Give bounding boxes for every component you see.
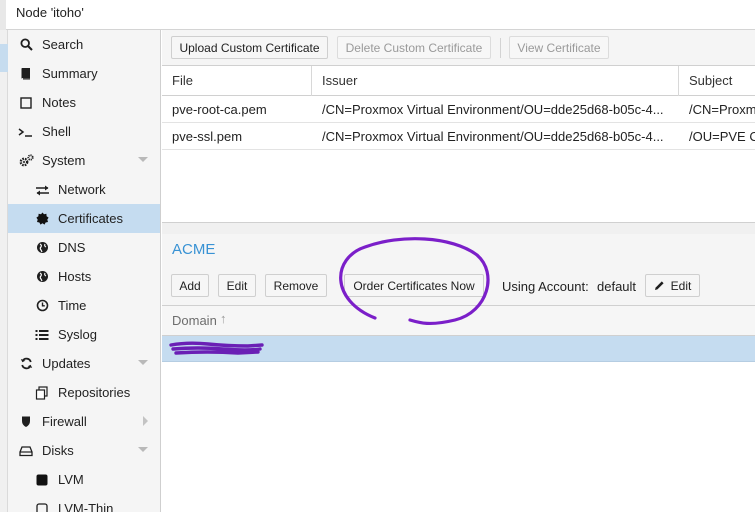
table-row[interactable]: pve-root-ca.pem /CN=Proxmox Virtual Envi…	[162, 96, 755, 123]
acme-header: ACME	[162, 234, 755, 266]
sidebar-item-label: Disks	[42, 443, 74, 458]
shield-icon	[18, 414, 34, 430]
column-header-issuer[interactable]: Issuer	[312, 66, 679, 96]
sidebar-item-label: Certificates	[58, 211, 124, 226]
column-header-domain[interactable]: Domain	[172, 313, 217, 328]
node-sidebar: Search Summary Notes Shell System Networ…	[8, 30, 161, 512]
account-value: default	[597, 279, 637, 294]
collapse-arrow-icon[interactable]	[138, 447, 148, 452]
delete-custom-certificate-button[interactable]: Delete Custom Certificate	[337, 36, 491, 59]
certificates-toolbar: Upload Custom Certificate Delete Custom …	[162, 30, 755, 66]
edit-account-label: Edit	[670, 278, 692, 293]
sidebar-item-certificates[interactable]: Certificates	[8, 204, 160, 233]
certificate-icon	[34, 211, 50, 227]
sidebar-item-updates[interactable]: Updates	[8, 349, 160, 378]
expand-arrow-icon[interactable]	[143, 416, 148, 426]
sidebar-item-disks[interactable]: Disks	[8, 436, 160, 465]
cell-issuer: /CN=Proxmox Virtual Environment/OU=dde25…	[322, 102, 664, 117]
sidebar-item-repositories[interactable]: Repositories	[8, 378, 160, 407]
cell-file: pve-ssl.pem	[172, 129, 243, 144]
sidebar-item-dns[interactable]: DNS	[8, 233, 160, 262]
window-title: Node 'itoho'	[16, 5, 84, 20]
certificates-panel: Upload Custom Certificate Delete Custom …	[162, 30, 755, 512]
certificates-grid-header: File Issuer Subject	[162, 66, 755, 96]
sidebar-item-label: Notes	[42, 95, 76, 110]
domain-grid-header[interactable]: Domain ↑	[162, 306, 755, 336]
sidebar-item-lvm-thin[interactable]: LVM-Thin	[8, 494, 160, 512]
sidebar-item-lvm[interactable]: LVM	[8, 465, 160, 494]
book-icon	[18, 66, 34, 82]
globe-icon	[34, 269, 50, 285]
acme-toolbar: Add Edit Remove Order Certificates Now U…	[162, 266, 755, 306]
edit-domain-button[interactable]: Edit	[218, 274, 256, 297]
sidebar-item-hosts[interactable]: Hosts	[8, 262, 160, 291]
column-header-subject[interactable]: Subject	[679, 66, 755, 96]
title-left-accent	[0, 0, 6, 30]
sidebar-item-label: Search	[42, 37, 84, 52]
search-icon	[18, 37, 34, 53]
cell-issuer: /CN=Proxmox Virtual Environment/OU=dde25…	[322, 129, 664, 144]
sidebar-item-summary[interactable]: Summary	[8, 59, 160, 88]
acme-title: ACME	[172, 241, 216, 258]
resource-tree-selection	[0, 44, 8, 72]
sidebar-item-shell[interactable]: Shell	[8, 117, 160, 146]
edit-account-button[interactable]: Edit	[645, 274, 700, 297]
sort-ascending-icon: ↑	[220, 311, 227, 326]
refresh-icon	[18, 356, 34, 372]
redacted-domain-scribble	[169, 341, 264, 355]
sidebar-item-time[interactable]: Time	[8, 291, 160, 320]
add-domain-button[interactable]: Add	[171, 274, 209, 297]
collapse-arrow-icon[interactable]	[138, 360, 148, 365]
globe-icon	[34, 240, 50, 256]
column-header-file[interactable]: File	[162, 66, 312, 96]
sidebar-item-label: Updates	[42, 356, 91, 371]
sidebar-item-label: Repositories	[58, 385, 131, 400]
collapse-arrow-icon[interactable]	[138, 157, 148, 162]
sidebar-item-label: LVM-Thin	[58, 501, 114, 512]
sidebar-item-label: LVM	[58, 472, 84, 487]
cell-subject: /CN=Proxmox Virtual Environment/OU=dde25…	[689, 102, 755, 117]
list-icon	[34, 327, 50, 343]
sidebar-item-search[interactable]: Search	[8, 30, 160, 59]
sidebar-item-notes[interactable]: Notes	[8, 88, 160, 117]
sidebar-item-firewall[interactable]: Firewall	[8, 407, 160, 436]
sidebar-item-syslog[interactable]: Syslog	[8, 320, 160, 349]
upload-custom-certificate-button[interactable]: Upload Custom Certificate	[171, 36, 328, 59]
cogs-icon	[18, 153, 34, 169]
cell-file: pve-root-ca.pem	[172, 102, 267, 117]
cell-subject: /OU=PVE Cluster Node/O=Proxmox Virtual E…	[689, 129, 755, 144]
sidebar-item-label: Firewall	[42, 414, 87, 429]
pencil-icon	[654, 280, 665, 291]
sidebar-item-label: Hosts	[58, 269, 92, 284]
terminal-icon	[18, 124, 34, 140]
using-account-label: Using Account:	[502, 279, 589, 294]
table-row[interactable]: pve-ssl.pem /CN=Proxmox Virtual Environm…	[162, 123, 755, 150]
sidebar-item-network[interactable]: Network	[8, 175, 160, 204]
resource-tree-strip[interactable]	[0, 30, 8, 512]
title-bar: Node 'itoho'	[0, 0, 755, 30]
clock-icon	[34, 298, 50, 314]
hdd-icon	[18, 443, 34, 459]
sidebar-item-label: DNS	[58, 240, 86, 255]
toolbar-separator	[500, 38, 501, 58]
exchange-icon	[34, 182, 50, 198]
sidebar-item-label: Summary	[42, 66, 98, 81]
order-certificates-now-button[interactable]: Order Certificates Now	[344, 274, 484, 297]
sidebar-item-system[interactable]: System	[8, 146, 160, 175]
remove-domain-button[interactable]: Remove	[265, 274, 327, 297]
view-certificate-button[interactable]: View Certificate	[509, 36, 609, 59]
files-icon	[34, 385, 50, 401]
panel-splitter[interactable]	[162, 222, 755, 234]
square-icon	[34, 472, 50, 488]
sidebar-item-label: System	[42, 153, 86, 168]
table-row[interactable]	[162, 336, 755, 362]
sidebar-item-label: Syslog	[58, 327, 98, 342]
sidebar-item-label: Shell	[42, 124, 71, 139]
sidebar-item-label: Time	[58, 298, 87, 313]
square-outline-icon	[34, 501, 50, 512]
note-icon	[18, 95, 34, 111]
sidebar-item-label: Network	[58, 182, 106, 197]
